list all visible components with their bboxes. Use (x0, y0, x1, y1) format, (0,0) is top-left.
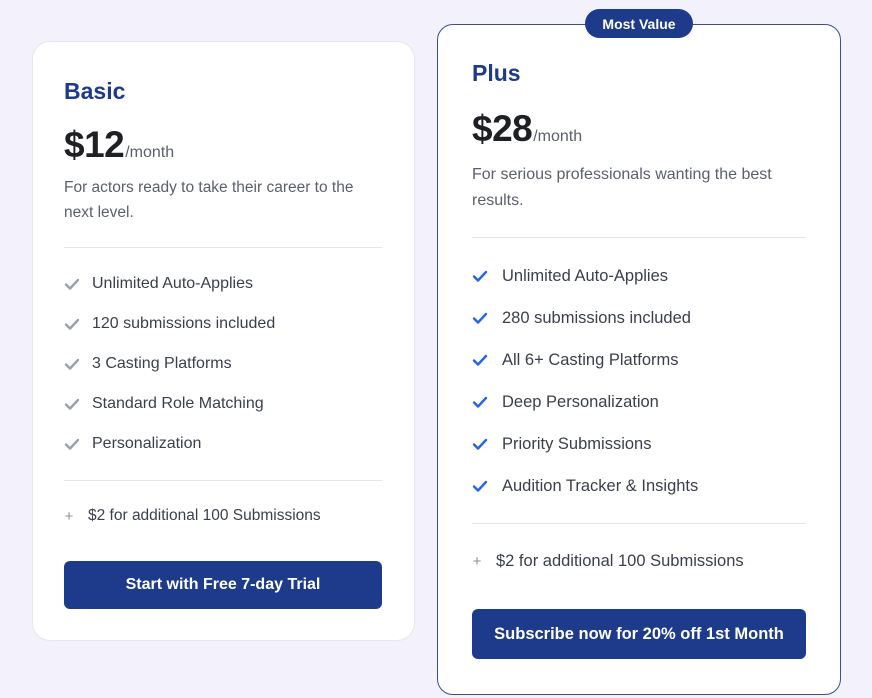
feature-label: Unlimited Auto-Applies (502, 266, 668, 285)
feature-label: All 6+ Casting Platforms (502, 350, 679, 369)
feature-label: Audition Tracker & Insights (502, 476, 699, 495)
feature-list-plus: Unlimited Auto-Applies 280 submissions i… (472, 266, 698, 496)
feature-item-basic: 3 Casting Platforms (64, 354, 275, 374)
plan-description-basic: For actors ready to take their career to… (64, 175, 384, 225)
feature-label: Standard Role Matching (92, 395, 264, 412)
check-icon (472, 480, 488, 492)
plan-description-basic-line1: For actors ready to take their career to… (64, 179, 354, 196)
feature-label: Deep Personalization (502, 392, 659, 411)
price-period-basic: /month (125, 144, 175, 161)
divider-basic-top (64, 247, 382, 248)
feature-item-plus: Priority Submissions (472, 434, 698, 454)
feature-item-basic: Standard Role Matching (64, 394, 275, 414)
plan-description-plus: For serious professionals wanting the be… (472, 162, 806, 214)
feature-label: 3 Casting Platforms (92, 355, 232, 372)
divider-plus-top (472, 237, 806, 238)
addon-label-plus: $2 for additional 100 Submissions (496, 552, 744, 570)
feature-item-plus: Deep Personalization (472, 392, 698, 412)
most-value-badge: Most Value (585, 9, 693, 38)
feature-item-basic: Personalization (64, 434, 275, 454)
addon-label-basic: $2 for additional 100 Submissions (88, 507, 321, 524)
price-basic: $12 (64, 124, 125, 165)
check-icon (472, 438, 488, 450)
plan-description-plus-line2: results. (472, 192, 524, 209)
divider-basic-bottom (64, 480, 382, 481)
plan-description-plus-line1: For serious professionals wanting the be… (472, 166, 772, 183)
divider-plus-bottom (472, 523, 806, 524)
check-icon (472, 270, 488, 282)
subscribe-button[interactable]: Subscribe now for 20% off 1st Month (472, 609, 806, 659)
addon-basic: + $2 for additional 100 Submissions (64, 507, 321, 525)
feature-label: 280 submissions included (502, 308, 691, 327)
plan-name-basic: Basic (64, 78, 126, 104)
check-icon (64, 318, 80, 330)
plan-name-plus: Plus (472, 60, 521, 86)
check-icon (472, 396, 488, 408)
check-icon (472, 354, 488, 366)
feature-item-plus: Audition Tracker & Insights (472, 476, 698, 496)
check-icon (64, 358, 80, 370)
price-row-basic: $12 /month (64, 124, 174, 166)
feature-label: 120 submissions included (92, 315, 276, 332)
feature-label: Unlimited Auto-Applies (92, 275, 253, 292)
addon-plus: + $2 for additional 100 Submissions (472, 552, 744, 571)
price-period-plus: /month (533, 128, 583, 145)
check-icon (472, 312, 488, 324)
price-plus: $28 (472, 108, 533, 149)
feature-label: Personalization (92, 435, 202, 452)
check-icon (64, 398, 80, 410)
price-row-plus: $28 /month (472, 108, 582, 150)
feature-item-basic: Unlimited Auto-Applies (64, 274, 275, 294)
plus-icon: + (472, 553, 482, 570)
feature-label: Priority Submissions (502, 434, 652, 453)
plan-description-basic-line2: next level. (64, 204, 134, 221)
feature-item-plus: All 6+ Casting Platforms (472, 350, 698, 370)
check-icon (64, 278, 80, 290)
start-trial-button[interactable]: Start with Free 7-day Trial (64, 561, 382, 609)
feature-list-basic: Unlimited Auto-Applies 120 submissions i… (64, 274, 275, 454)
check-icon (64, 438, 80, 450)
feature-item-plus: 280 submissions included (472, 308, 698, 328)
feature-item-basic: 120 submissions included (64, 314, 275, 334)
plus-icon: + (64, 507, 74, 525)
feature-item-plus: Unlimited Auto-Applies (472, 266, 698, 286)
